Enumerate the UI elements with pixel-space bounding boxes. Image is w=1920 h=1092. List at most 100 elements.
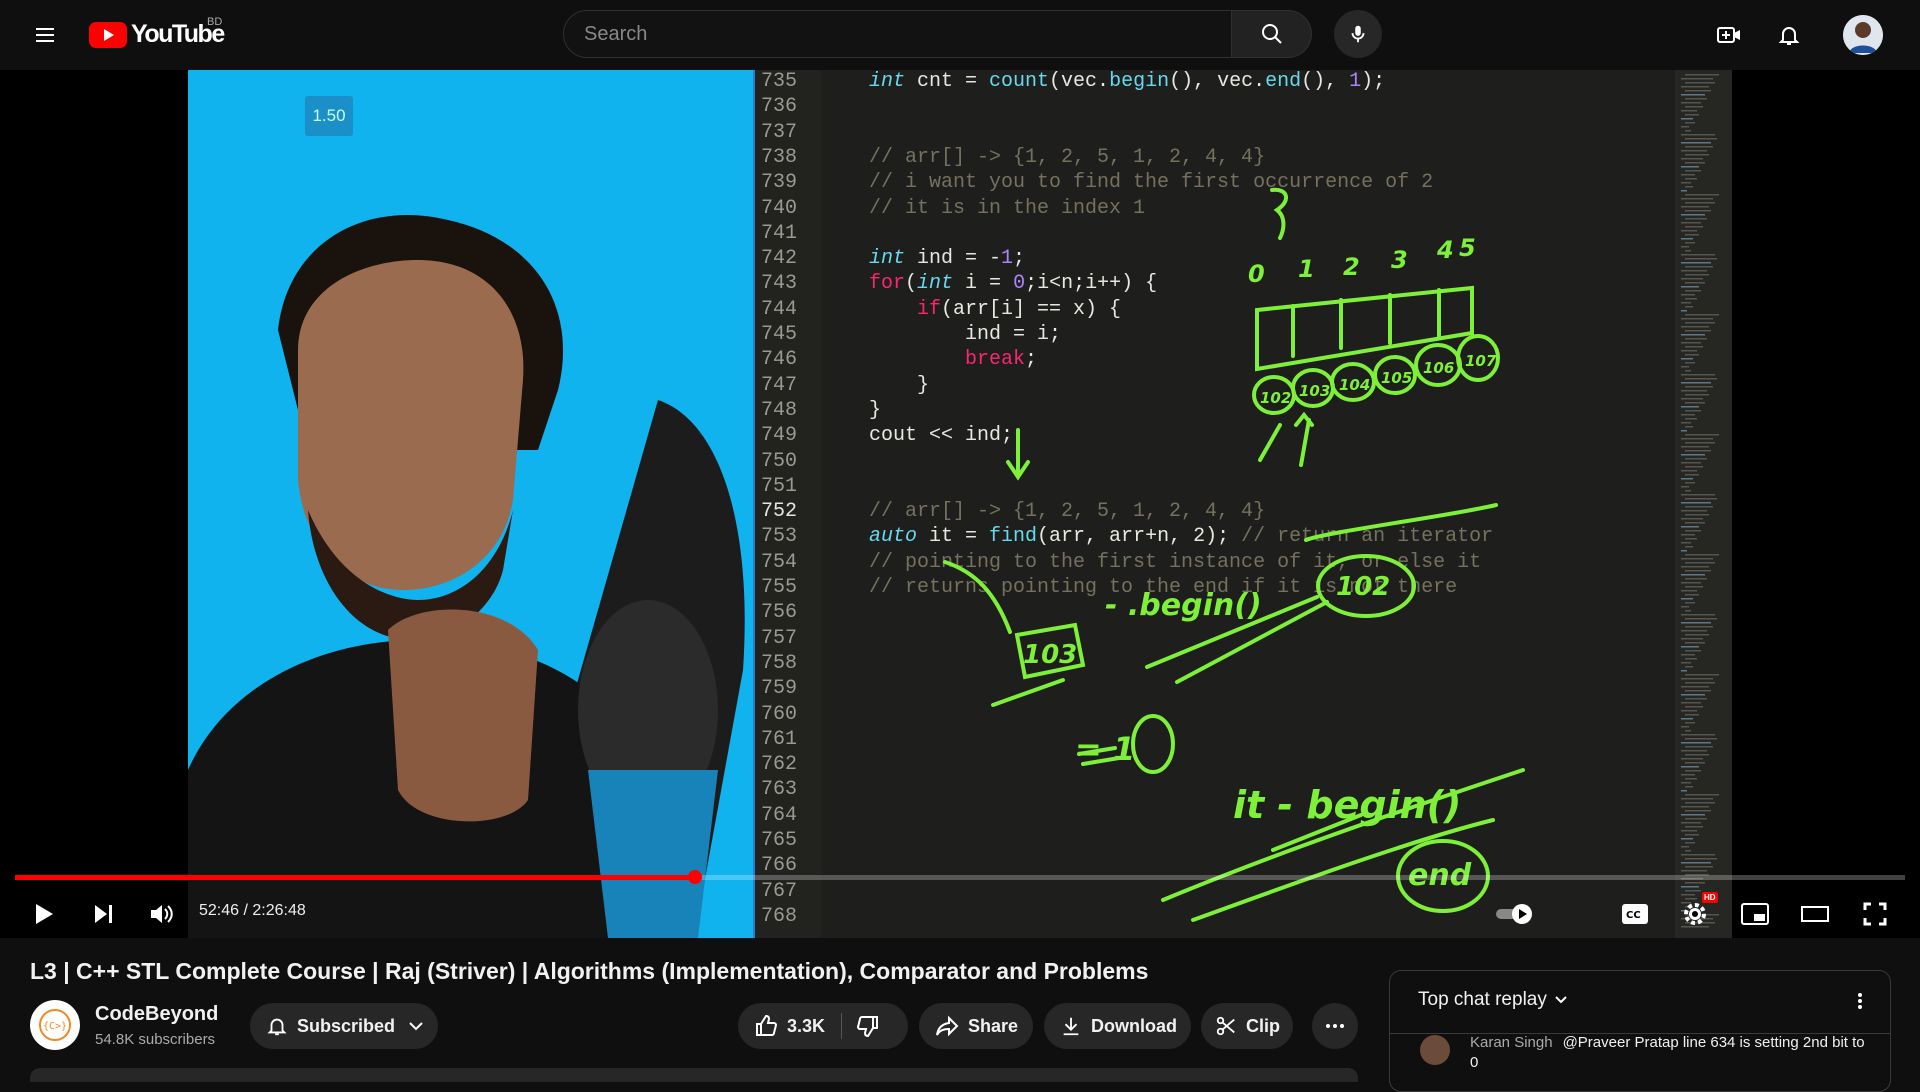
more-actions-button[interactable] (1312, 1003, 1358, 1049)
minimap-line (1685, 130, 1691, 132)
subscribed-button[interactable]: Subscribed (250, 1003, 438, 1049)
ink-formula: it - begin() (1233, 783, 1461, 827)
search-button[interactable] (1232, 10, 1312, 58)
clip-button[interactable]: Clip (1201, 1003, 1293, 1049)
minimap-line (1685, 610, 1691, 612)
minimap-line (1685, 778, 1697, 780)
chat-mode-selector[interactable]: Top chat replay (1418, 989, 1569, 1011)
minimap-line (1681, 734, 1715, 736)
minimap-line (1681, 726, 1689, 728)
minimap-line (1681, 526, 1699, 528)
chat-more-button[interactable] (1850, 991, 1870, 1016)
minimap-line (1681, 358, 1693, 360)
code-token: (), vec. (1169, 70, 1266, 93)
line-number: 741 (761, 221, 798, 245)
code-token: ); (1361, 70, 1386, 93)
youtube-logo[interactable]: YouTube BD (89, 16, 225, 49)
minimap-line (1681, 790, 1687, 792)
minimap-line (1681, 678, 1713, 680)
dislike-button[interactable] (856, 1014, 880, 1038)
svg-text:CC: CC (1626, 910, 1641, 921)
minimap-line (1685, 226, 1703, 228)
autoplay-toggle[interactable] (1494, 894, 1534, 934)
minimap-line (1685, 466, 1703, 468)
theater-icon (1801, 906, 1829, 922)
minimap-line (1681, 374, 1715, 376)
playback-speed-overlay: 1.50 (305, 96, 353, 136)
code-token: // it is in the index 1 (869, 196, 1146, 220)
minimap-line (1685, 810, 1711, 812)
fullscreen-button[interactable] (1855, 894, 1895, 934)
minimap-line (1685, 266, 1713, 268)
channel-avatar[interactable]: {C>} (30, 1000, 80, 1050)
download-button[interactable]: Download (1044, 1003, 1191, 1049)
like-button[interactable]: 3.3K (754, 1014, 825, 1038)
minimap-line (1681, 870, 1707, 872)
minimap-line (1681, 830, 1697, 832)
code-line: // returns pointing to the end if it is … (869, 576, 1457, 599)
minimap-line (1681, 110, 1697, 112)
line-number: 746 (761, 348, 798, 372)
video-player[interactable]: 1.50 735 736 737 738 739 740 741 742 743 744 745 74… (0, 70, 1920, 938)
code-line: // pointing to the first instance of it,… (869, 551, 1481, 574)
miniplayer-icon (1741, 903, 1769, 925)
like-dislike-group: 3.3K (738, 1003, 908, 1049)
progress-bar[interactable] (15, 870, 1905, 884)
account-avatar[interactable] (1843, 15, 1883, 55)
minimap-line (1685, 418, 1697, 420)
guide-menu-button[interactable] (25, 15, 65, 55)
minimap-line (1681, 670, 1687, 672)
minimap-line (1685, 802, 1715, 804)
minimap-line (1681, 94, 1705, 96)
subscribed-label: Subscribed (297, 1015, 396, 1036)
minimap-line (1685, 602, 1695, 604)
minimap-line (1681, 366, 1689, 368)
minimap-line (1685, 370, 1691, 372)
create-button[interactable] (1709, 15, 1749, 55)
line-number: 759 (761, 677, 798, 701)
line-number: 738 (761, 145, 798, 169)
minimap-line (1685, 754, 1709, 756)
chat-message: Karan Singh @Praveer Pratap line 634 is s… (1470, 1033, 1870, 1073)
line-number: 763 (761, 778, 798, 802)
minimap-line (1685, 690, 1711, 692)
code-token: (arr, arr+n, 2); (1037, 525, 1242, 549)
code-line: cout << ind; (869, 424, 1013, 447)
next-button[interactable] (83, 894, 123, 934)
search-box[interactable] (563, 10, 1232, 58)
minimap-line (1681, 446, 1709, 448)
code-token: ( (905, 272, 918, 296)
chat-message-author: Karan Singh (1470, 1034, 1553, 1051)
code-token: for (869, 272, 906, 296)
play-button[interactable] (23, 894, 63, 934)
search-input[interactable] (564, 11, 1231, 57)
minimap-line (1681, 558, 1713, 560)
share-button[interactable]: Share (919, 1003, 1033, 1049)
channel-name[interactable]: CodeBeyond (95, 1003, 218, 1026)
code-token: cnt = (905, 70, 990, 93)
voice-search-button[interactable] (1334, 10, 1382, 58)
notifications-button[interactable] (1769, 15, 1809, 55)
bell-icon (267, 1018, 287, 1036)
code-token: // pointing to the first instance of it,… (869, 550, 1482, 574)
minimap-line (1685, 282, 1705, 284)
next-icon (95, 905, 112, 923)
ink-addr-105: 105 (1381, 369, 1412, 387)
mute-button[interactable] (141, 894, 181, 934)
line-number: 745 (761, 323, 798, 346)
code-token: if (917, 297, 942, 321)
bell-icon (1778, 27, 1800, 45)
ink-index-5: 5 (1459, 234, 1476, 262)
theater-mode-button[interactable] (1795, 894, 1835, 934)
code-token: // return an iterator (1241, 525, 1494, 549)
minimap-line (1685, 402, 1705, 404)
code-token: int (869, 70, 906, 93)
minimap-line (1685, 386, 1713, 388)
miniplayer-button[interactable] (1735, 894, 1775, 934)
subtitles-button[interactable]: CC (1615, 894, 1655, 934)
minimap-line (1681, 182, 1691, 184)
code-line: // it is in the index 1 (869, 197, 1145, 220)
minimap-line (1681, 686, 1709, 688)
svg-text:{C>}: {C>} (43, 1021, 67, 1032)
minimap-line (1685, 562, 1715, 564)
